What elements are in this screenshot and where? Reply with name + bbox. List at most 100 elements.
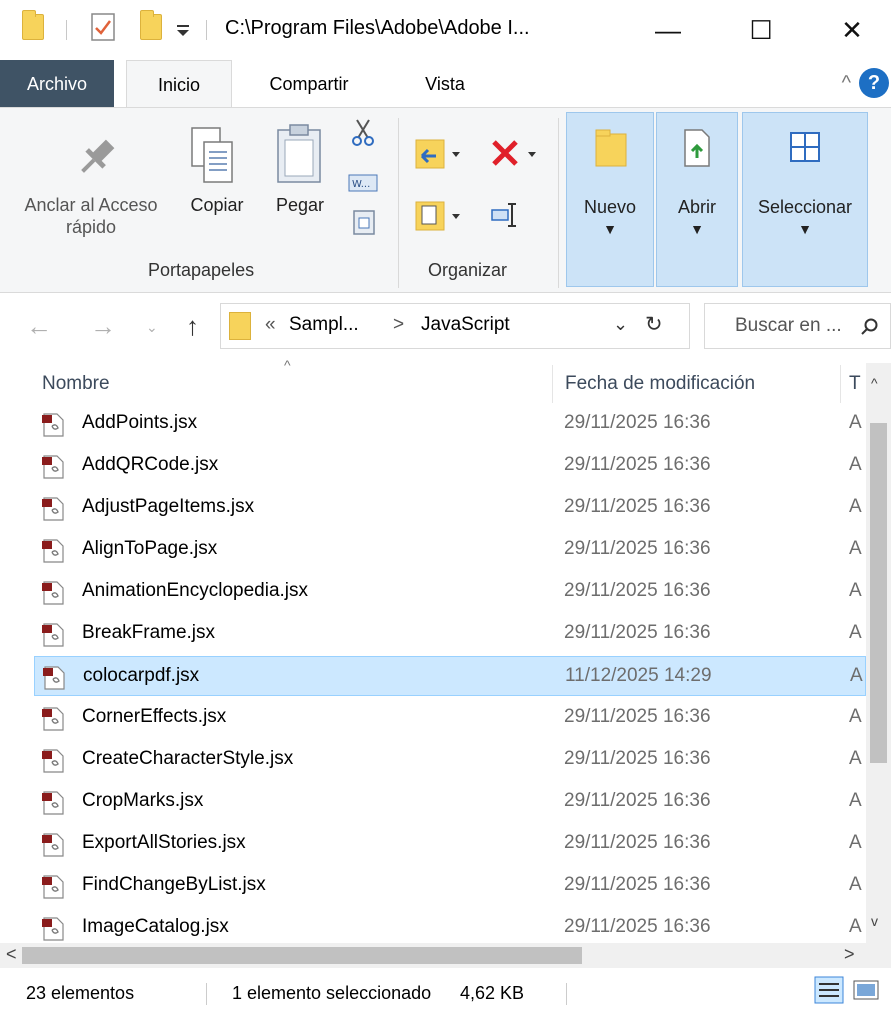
- file-row[interactable]: AnimationEncyclopedia.jsx 29/11/2025 16:3…: [34, 572, 866, 612]
- cut-icon[interactable]: [348, 118, 378, 148]
- file-date: 29/11/2025 16:36: [564, 454, 711, 475]
- column-divider[interactable]: [840, 365, 841, 403]
- vertical-scrollbar[interactable]: ^ v: [866, 363, 891, 943]
- file-row[interactable]: FindChangeByList.jsx 29/11/2025 16:36 A: [34, 866, 866, 906]
- file-name[interactable]: CropMarks.jsx: [82, 790, 203, 812]
- breadcrumb-parent[interactable]: Sampl...: [289, 314, 359, 336]
- scroll-down-icon[interactable]: v: [871, 913, 878, 929]
- file-row[interactable]: AdjustPageItems.jsx 29/11/2025 16:36 A: [34, 488, 866, 528]
- tab-vista[interactable]: Vista: [400, 60, 490, 108]
- recent-locations-icon[interactable]: ⌄: [146, 319, 158, 336]
- file-name[interactable]: AddQRCode.jsx: [82, 454, 218, 476]
- address-bar[interactable]: « Sampl... > JavaScript ⌄ ↻: [220, 303, 690, 349]
- vertical-scroll-thumb[interactable]: [870, 423, 887, 763]
- horizontal-scrollbar[interactable]: < >: [0, 943, 891, 968]
- chevron-down-icon[interactable]: ▼: [656, 218, 738, 240]
- title-bar: C:\Program Files\Adobe\Adobe I... — ☐ ✕: [0, 0, 891, 60]
- paste-label[interactable]: Pegar: [262, 194, 338, 216]
- folder-icon: [229, 312, 251, 340]
- close-button[interactable]: ✕: [816, 0, 888, 60]
- select-label[interactable]: Seleccionar: [742, 196, 868, 218]
- scroll-right-icon[interactable]: >: [844, 944, 855, 965]
- search-icon[interactable]: [861, 318, 879, 336]
- copy-label[interactable]: Copiar: [178, 194, 256, 216]
- up-arrow-icon[interactable]: ↑: [186, 311, 199, 342]
- search-input[interactable]: Buscar en ...: [735, 315, 842, 337]
- file-name[interactable]: FindChangeByList.jsx: [82, 874, 266, 896]
- file-name[interactable]: AdjustPageItems.jsx: [82, 496, 254, 518]
- file-name[interactable]: ImageCatalog.jsx: [82, 916, 229, 938]
- rename-icon[interactable]: [490, 200, 520, 230]
- new-label[interactable]: Nuevo: [566, 196, 654, 218]
- file-type: A: [849, 874, 862, 895]
- properties-icon[interactable]: [90, 12, 116, 42]
- file-name[interactable]: ExportAllStories.jsx: [82, 832, 246, 854]
- tab-archivo[interactable]: Archivo: [0, 60, 114, 108]
- pin-quick-access-label[interactable]: Anclar al Acceso rápido: [16, 194, 166, 238]
- column-header: ^ Nombre Fecha de modificación T: [0, 357, 891, 405]
- file-name[interactable]: CreateCharacterStyle.jsx: [82, 748, 293, 770]
- navigation-bar: ← → ⌄ ↑ « Sampl... > JavaScript ⌄ ↻ Busc…: [0, 293, 891, 363]
- copy-path-icon[interactable]: W...: [348, 172, 378, 194]
- open-label[interactable]: Abrir: [656, 196, 738, 218]
- file-name[interactable]: colocarpdf.jsx: [83, 665, 199, 687]
- search-box[interactable]: Buscar en ...: [704, 303, 891, 349]
- new-folder-icon[interactable]: [140, 10, 162, 40]
- file-row[interactable]: CreateCharacterStyle.jsx 29/11/2025 16:36…: [34, 740, 866, 780]
- column-name[interactable]: Nombre: [42, 373, 110, 395]
- column-date[interactable]: Fecha de modificación: [565, 373, 755, 395]
- chevron-down-icon[interactable]: ▼: [742, 218, 868, 240]
- paste-shortcut-icon[interactable]: [352, 208, 376, 236]
- file-name[interactable]: CornerEffects.jsx: [82, 706, 226, 728]
- delete-icon[interactable]: [488, 136, 540, 172]
- file-name[interactable]: BreakFrame.jsx: [82, 622, 215, 644]
- large-icons-view-icon[interactable]: [852, 978, 880, 1002]
- file-name[interactable]: AddPoints.jsx: [82, 412, 197, 434]
- tab-inicio[interactable]: Inicio: [126, 60, 232, 109]
- chevron-down-icon[interactable]: ⌄: [613, 314, 628, 335]
- file-row[interactable]: ExportAllStories.jsx 29/11/2025 16:36 A: [34, 824, 866, 864]
- scroll-left-icon[interactable]: <: [6, 944, 17, 965]
- details-view-icon[interactable]: [814, 976, 844, 1004]
- tab-compartir[interactable]: Compartir: [244, 60, 374, 108]
- file-row[interactable]: BreakFrame.jsx 29/11/2025 16:36 A: [34, 614, 866, 654]
- select-all-icon[interactable]: [788, 130, 822, 164]
- collapse-ribbon-icon[interactable]: ^: [842, 72, 851, 95]
- horizontal-scroll-thumb[interactable]: [22, 947, 582, 964]
- file-name[interactable]: AlignToPage.jsx: [82, 538, 217, 560]
- pin-icon[interactable]: [72, 134, 120, 182]
- breadcrumb-prefix[interactable]: «: [265, 314, 276, 336]
- maximize-button[interactable]: ☐: [725, 0, 797, 60]
- copy-to-icon[interactable]: [414, 198, 462, 234]
- file-row[interactable]: CropMarks.jsx 29/11/2025 16:36 A: [34, 782, 866, 822]
- back-arrow-icon[interactable]: ←: [26, 311, 52, 342]
- forward-arrow-icon[interactable]: →: [90, 311, 116, 342]
- column-divider[interactable]: [552, 365, 553, 403]
- new-folder-icon[interactable]: [594, 128, 628, 168]
- file-date: 29/11/2025 16:36: [564, 412, 711, 433]
- jsx-file-icon: [43, 666, 65, 690]
- column-type[interactable]: T: [849, 373, 861, 395]
- file-row[interactable]: CornerEffects.jsx 29/11/2025 16:36 A: [34, 698, 866, 738]
- file-name[interactable]: AnimationEncyclopedia.jsx: [82, 580, 308, 602]
- breadcrumb-separator[interactable]: >: [393, 314, 404, 336]
- file-type: A: [849, 916, 862, 937]
- file-row[interactable]: AlignToPage.jsx 29/11/2025 16:36 A: [34, 530, 866, 570]
- scroll-up-icon[interactable]: ^: [871, 375, 878, 391]
- file-row[interactable]: AddQRCode.jsx 29/11/2025 16:36 A: [34, 446, 866, 486]
- chevron-down-icon[interactable]: ▼: [566, 218, 654, 240]
- help-icon[interactable]: ?: [859, 68, 889, 98]
- customize-toolbar-icon[interactable]: [176, 24, 190, 38]
- file-row[interactable]: ImageCatalog.jsx 29/11/2025 16:36 A: [34, 908, 866, 948]
- breadcrumb-current[interactable]: JavaScript: [421, 314, 510, 336]
- file-row[interactable]: colocarpdf.jsx 11/12/2025 14:29 A: [34, 656, 866, 696]
- file-row[interactable]: AddPoints.jsx 29/11/2025 16:36 A: [34, 404, 866, 444]
- paste-icon[interactable]: [274, 124, 324, 186]
- open-file-icon[interactable]: [682, 128, 712, 168]
- copy-icon[interactable]: [188, 126, 236, 186]
- minimize-button[interactable]: —: [632, 0, 704, 60]
- refresh-icon[interactable]: ↻: [645, 312, 663, 337]
- file-type: A: [849, 496, 862, 517]
- file-date: 29/11/2025 16:36: [564, 580, 711, 601]
- move-to-icon[interactable]: [414, 136, 462, 172]
